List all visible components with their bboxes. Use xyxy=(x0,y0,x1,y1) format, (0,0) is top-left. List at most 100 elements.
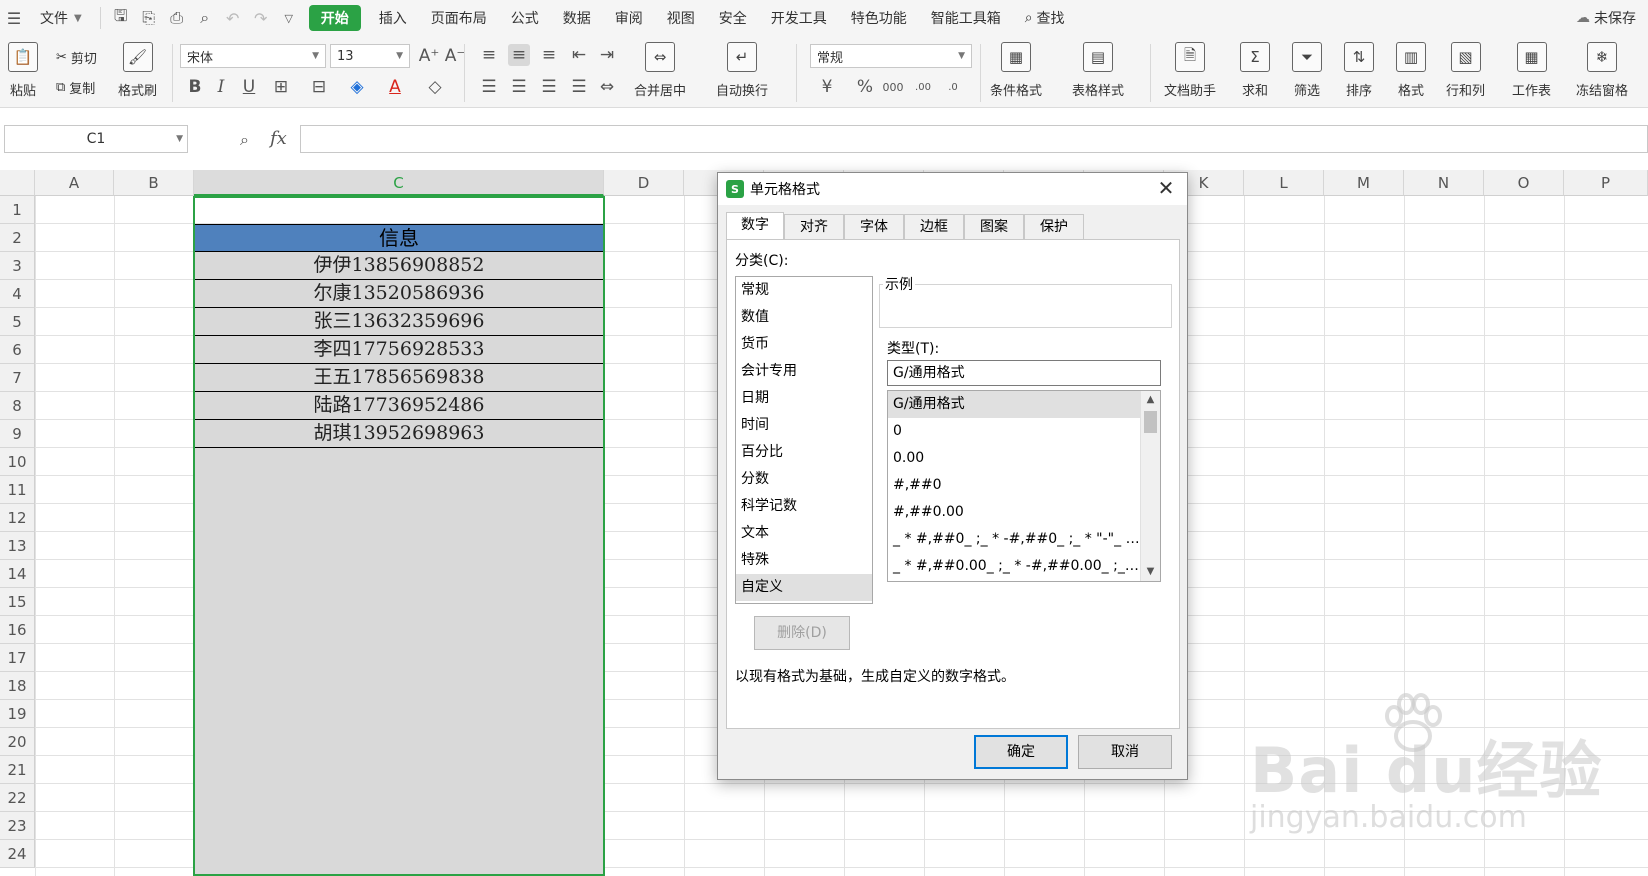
cancel-button[interactable]: 取消 xyxy=(1078,735,1172,769)
list-item-selected[interactable]: 自定义 xyxy=(736,574,872,601)
tab-pattern[interactable]: 图案 xyxy=(964,214,1024,240)
row-header[interactable]: 5 xyxy=(0,308,35,336)
decrease-decimal-icon[interactable]: .0 xyxy=(942,76,964,98)
list-item[interactable]: 科学记数 xyxy=(736,493,872,520)
search-button[interactable]: ⌕ 查找 xyxy=(1013,0,1077,36)
delete-button[interactable]: 删除(D) xyxy=(754,616,850,650)
zoom-icon[interactable]: ⌕ xyxy=(240,130,249,150)
type-list-scrollbar[interactable]: ▲ ▼ xyxy=(1140,391,1160,581)
list-item[interactable]: 百分比 xyxy=(736,439,872,466)
doc-assistant-button[interactable]: 🗎 文档助手 xyxy=(1164,42,1216,99)
worksheet-button[interactable]: ▦ 工作表 xyxy=(1512,42,1551,99)
col-header-c[interactable]: C xyxy=(194,170,604,196)
tab-security[interactable]: 安全 xyxy=(707,0,759,36)
table-style-button[interactable]: ▤ 表格样式 xyxy=(1072,42,1124,99)
tab-protection[interactable]: 保护 xyxy=(1024,214,1084,240)
row-header[interactable]: 20 xyxy=(0,728,35,756)
tab-view[interactable]: 视图 xyxy=(655,0,707,36)
list-item[interactable]: 时间 xyxy=(736,412,872,439)
print-icon[interactable]: ⎙ xyxy=(163,0,191,36)
increase-decimal-icon[interactable]: .00 xyxy=(912,76,934,98)
align-left-icon[interactable]: ☰ xyxy=(478,76,500,98)
tab-review[interactable]: 审阅 xyxy=(603,0,655,36)
redo-icon[interactable]: ↷ xyxy=(247,0,275,36)
underline-icon[interactable]: U xyxy=(238,76,260,98)
row-header[interactable]: 15 xyxy=(0,588,35,616)
sum-button[interactable]: Σ 求和 xyxy=(1240,42,1270,99)
clear-format-icon[interactable]: ◇ xyxy=(424,76,446,98)
row-header[interactable]: 17 xyxy=(0,644,35,672)
list-item[interactable]: 数值 xyxy=(736,304,872,331)
row-header[interactable]: 22 xyxy=(0,784,35,812)
list-item[interactable]: 会计专用 xyxy=(736,358,872,385)
close-icon[interactable]: ✕ xyxy=(1155,177,1177,199)
fill-color-icon[interactable]: ◈ xyxy=(346,76,368,98)
row-header[interactable]: 21 xyxy=(0,756,35,784)
tab-alignment[interactable]: 对齐 xyxy=(784,214,844,240)
category-list[interactable]: 常规 数值 货币 会计专用 日期 时间 百分比 分数 科学记数 文本 特殊 自定… xyxy=(735,276,873,604)
align-middle-icon[interactable]: ≡ xyxy=(508,44,530,66)
print-preview-icon[interactable]: ⌕ xyxy=(191,0,219,36)
dialog-title-bar[interactable]: S 单元格格式 ✕ xyxy=(718,173,1187,205)
distributed-icon[interactable]: ⇔ xyxy=(596,76,618,98)
rows-cols-button[interactable]: ▧ 行和列 xyxy=(1446,42,1485,99)
row-header[interactable]: 6 xyxy=(0,336,35,364)
decrease-font-icon[interactable]: A⁻ xyxy=(444,45,466,67)
row-header[interactable]: 24 xyxy=(0,840,35,868)
data-cell[interactable]: 胡琪13952698963 xyxy=(194,420,604,448)
row-header[interactable]: 9 xyxy=(0,420,35,448)
chevron-down-icon[interactable]: ▼ xyxy=(1141,563,1160,581)
row-header[interactable]: 12 xyxy=(0,504,35,532)
tab-number[interactable]: 数字 xyxy=(726,212,784,240)
col-header-d[interactable]: D xyxy=(604,170,684,196)
list-item-selected[interactable]: G/通用格式 xyxy=(888,391,1140,418)
data-cell[interactable]: 陆路17736952486 xyxy=(194,392,604,420)
tab-developer[interactable]: 开发工具 xyxy=(759,0,839,36)
scrollbar-thumb[interactable] xyxy=(1144,411,1157,433)
info-header-cell[interactable]: 信息 xyxy=(194,224,604,252)
align-right-icon[interactable]: ☰ xyxy=(538,76,560,98)
data-cell[interactable]: 伊伊13856908852 xyxy=(194,252,604,280)
tab-font[interactable]: 字体 xyxy=(844,214,904,240)
borders-icon[interactable]: ⊞ xyxy=(270,76,292,98)
file-menu[interactable]: 文件 ▼ xyxy=(28,0,94,36)
thousands-icon[interactable]: 000 xyxy=(882,76,904,98)
tab-data[interactable]: 数据 xyxy=(551,0,603,36)
save-icon[interactable]: 🖫 xyxy=(107,0,135,36)
row-header[interactable]: 23 xyxy=(0,812,35,840)
sort-button[interactable]: ⇅ 排序 xyxy=(1344,42,1374,99)
fx-icon[interactable]: fx xyxy=(270,128,287,149)
row-header[interactable]: 1 xyxy=(0,196,35,224)
undo-icon[interactable]: ↶ xyxy=(219,0,247,36)
row-header[interactable]: 3 xyxy=(0,252,35,280)
italic-icon[interactable]: I xyxy=(210,76,232,98)
list-item[interactable]: 分数 xyxy=(736,466,872,493)
col-header-l[interactable]: L xyxy=(1244,170,1324,196)
font-name-select[interactable]: 宋体 ▼ xyxy=(180,44,326,68)
row-header[interactable]: 7 xyxy=(0,364,35,392)
tab-formulas[interactable]: 公式 xyxy=(499,0,551,36)
row-header[interactable]: 16 xyxy=(0,616,35,644)
save-status[interactable]: ☁ 未保存 xyxy=(1564,0,1648,36)
col-header-b[interactable]: B xyxy=(114,170,194,196)
menu-icon[interactable]: ☰ xyxy=(0,0,28,36)
currency-icon[interactable]: ¥ xyxy=(816,76,838,98)
align-center-icon[interactable]: ☰ xyxy=(508,76,530,98)
row-header[interactable]: 18 xyxy=(0,672,35,700)
row-header[interactable]: 13 xyxy=(0,532,35,560)
conditional-format-button[interactable]: ▦ 条件格式 xyxy=(990,42,1042,99)
indent-icon[interactable]: ⇥ xyxy=(596,44,618,66)
copy-button[interactable]: ⧉ 复制 xyxy=(56,78,95,97)
number-format-select[interactable]: 常规 ▼ xyxy=(810,44,972,68)
paste-button[interactable]: 📋 粘贴 xyxy=(8,42,38,99)
chevron-up-icon[interactable]: ▲ xyxy=(1141,391,1160,409)
cell-style-icon[interactable]: ⊟ xyxy=(308,76,330,98)
font-size-select[interactable]: 13 ▼ xyxy=(330,44,410,68)
freeze-panes-button[interactable]: ❄ 冻结窗格 xyxy=(1576,42,1628,99)
select-all-corner[interactable] xyxy=(0,170,35,196)
align-bottom-icon[interactable]: ≡ xyxy=(538,44,560,66)
font-color-icon[interactable]: A xyxy=(384,76,406,98)
percent-icon[interactable]: % xyxy=(854,76,876,98)
formula-input[interactable] xyxy=(300,125,1648,153)
col-header-n[interactable]: N xyxy=(1404,170,1484,196)
